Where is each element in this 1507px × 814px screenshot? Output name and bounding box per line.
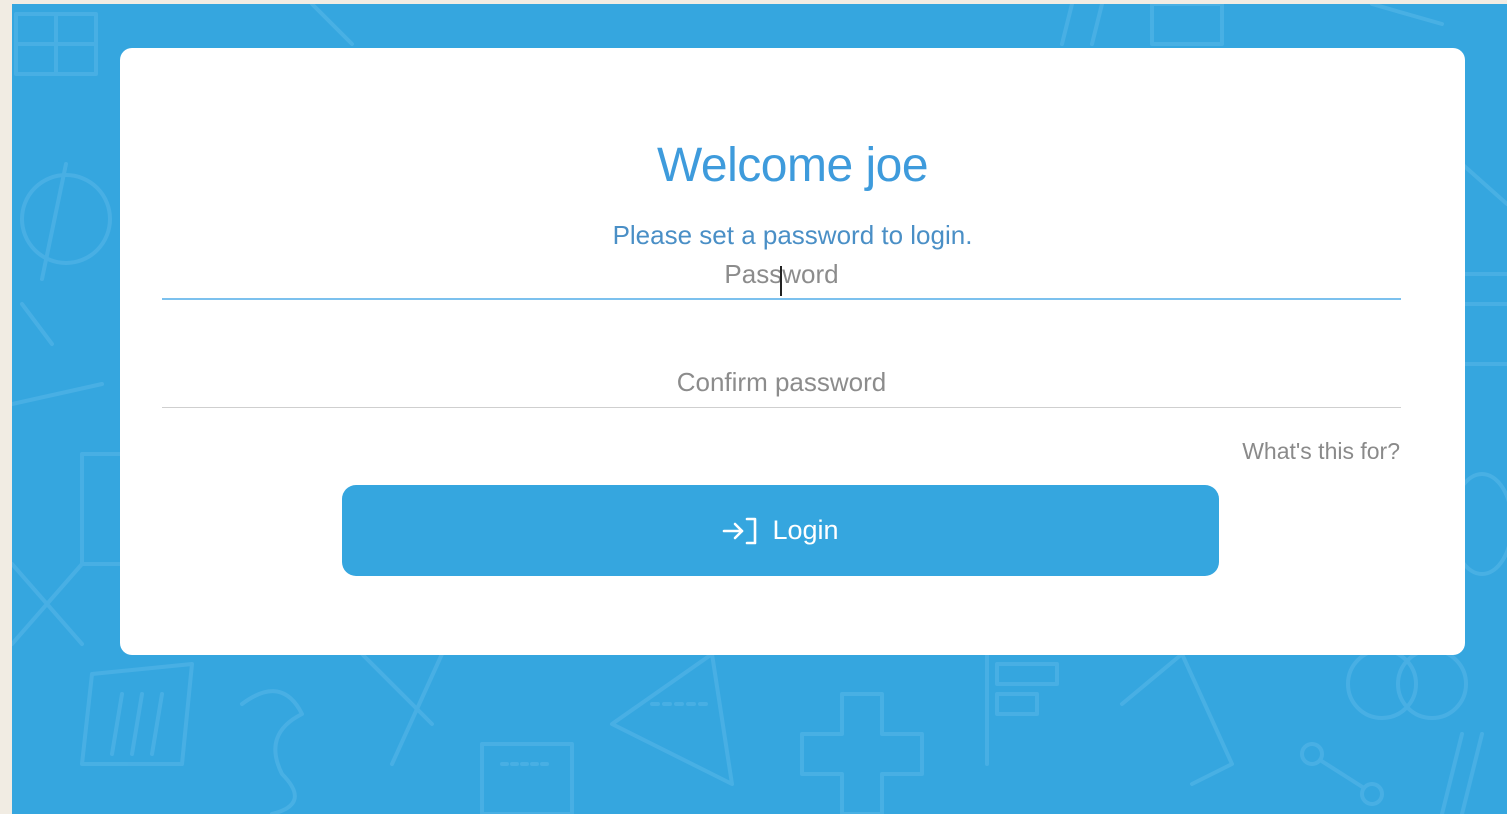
login-arrow-icon	[722, 516, 758, 546]
password-underline	[162, 298, 1401, 300]
confirm-password-underline	[162, 407, 1401, 408]
confirm-password-input[interactable]	[162, 358, 1401, 406]
login-button-label: Login	[772, 515, 839, 545]
confirm-password-field	[162, 358, 1401, 408]
page-background: Welcome joe Please set a password to log…	[12, 4, 1507, 814]
login-button[interactable]: Login	[342, 485, 1219, 576]
text-caret	[780, 266, 782, 296]
page-subtitle: Please set a password to login.	[612, 220, 973, 250]
whats-this-for-link[interactable]: What's this for?	[1242, 438, 1400, 465]
page-title: Welcome joe	[656, 139, 929, 192]
